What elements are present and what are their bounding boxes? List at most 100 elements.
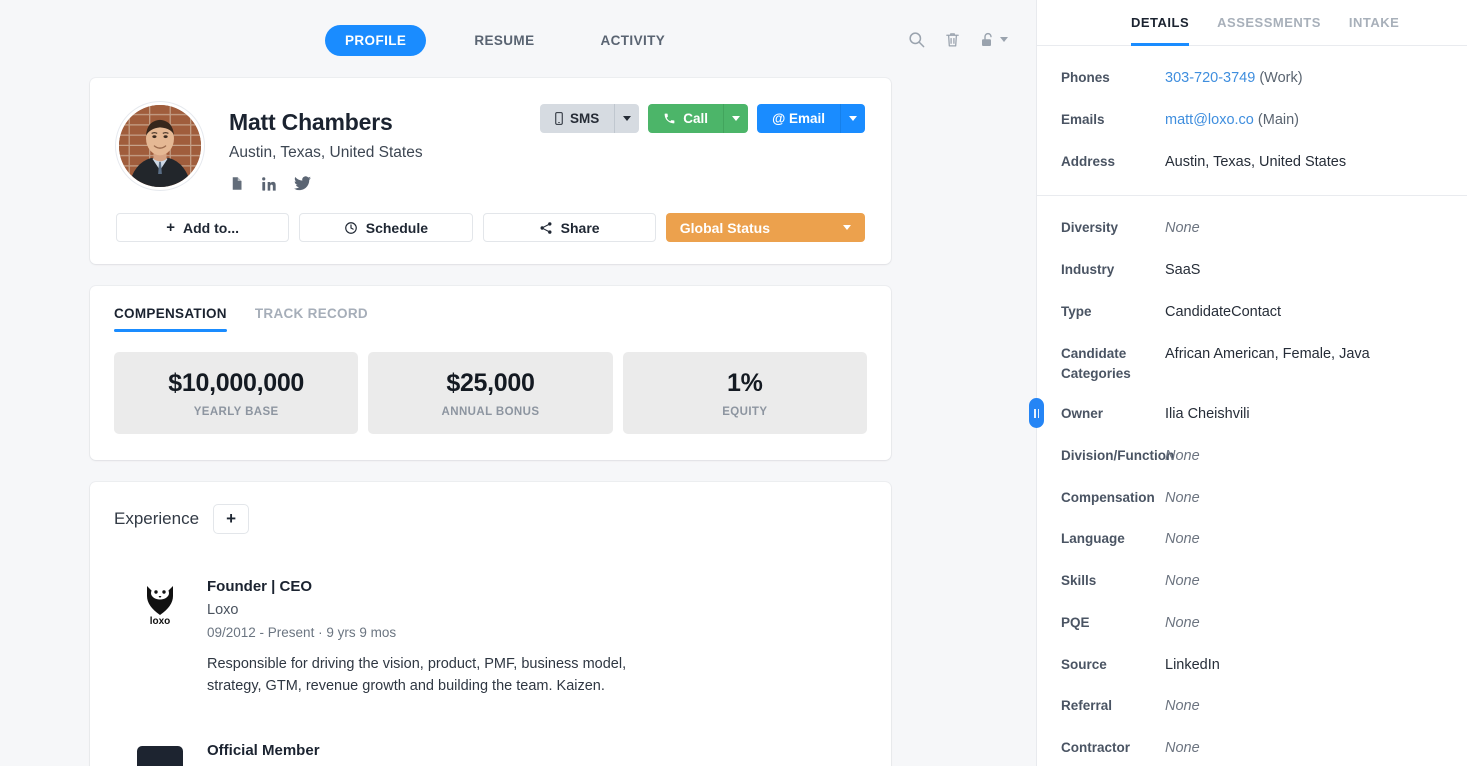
- detail-value[interactable]: African American, Female, Java: [1165, 344, 1443, 366]
- sms-label: SMS: [570, 111, 600, 126]
- sms-dropdown-toggle[interactable]: [614, 104, 640, 133]
- detail-key: Owner: [1061, 406, 1104, 421]
- share-label: Share: [560, 219, 600, 236]
- loxo-logo-mark: loxo: [147, 586, 173, 626]
- detail-value[interactable]: None: [1165, 488, 1443, 510]
- tab-resume[interactable]: RESUME: [454, 25, 554, 56]
- panel-collapse-handle[interactable]: [1029, 398, 1044, 428]
- svg-text:loxo: loxo: [150, 616, 171, 626]
- global-status-label: Global Status: [679, 219, 770, 236]
- phone-link[interactable]: 303-720-3749: [1165, 70, 1255, 86]
- stat-value: 1%: [727, 369, 763, 397]
- email-button-group[interactable]: @ Email: [757, 104, 865, 133]
- detail-value: 303-720-3749 (Work): [1165, 68, 1443, 90]
- detail-row: Skills None: [1061, 571, 1443, 593]
- chevron-down-icon: [623, 116, 632, 121]
- tab-intake[interactable]: INTAKE: [1349, 0, 1399, 46]
- detail-value[interactable]: Ilia Cheishvili: [1165, 404, 1443, 426]
- tab-assessments[interactable]: ASSESSMENTS: [1217, 0, 1321, 46]
- tab-activity[interactable]: ACTIVITY: [580, 25, 685, 56]
- details-panel-tabs: DETAILS ASSESSMENTS INTAKE: [1037, 0, 1467, 46]
- sms-button-group[interactable]: SMS: [540, 104, 640, 133]
- experience-card: Experience + loxo Founder | CEO Loxo 09/…: [90, 482, 891, 766]
- search-icon[interactable]: [907, 30, 926, 49]
- twitter-icon[interactable]: [294, 176, 311, 191]
- detail-value[interactable]: SaaS: [1165, 260, 1443, 282]
- detail-key: Contractor: [1061, 740, 1131, 755]
- experience-description: Responsible for driving the vision, prod…: [207, 656, 627, 695]
- compensation-tabs: COMPENSATION TRACK RECORD: [114, 306, 867, 332]
- chevron-down-icon: [732, 116, 741, 121]
- sms-button[interactable]: SMS: [540, 104, 615, 133]
- resume-doc-icon[interactable]: [229, 175, 244, 192]
- detail-row: Referral None: [1061, 696, 1443, 718]
- profile-secondary-buttons: + Add to... Schedule Share Global Status: [116, 213, 865, 242]
- detail-row: PQE None: [1061, 613, 1443, 635]
- detail-value[interactable]: LinkedIn: [1165, 655, 1443, 677]
- detail-row: Address Austin, Texas, United States: [1061, 152, 1443, 174]
- email-button[interactable]: @ Email: [757, 104, 840, 133]
- email-link[interactable]: matt@loxo.co: [1165, 112, 1254, 128]
- linkedin-icon[interactable]: [261, 176, 277, 192]
- experience-role: Official Member: [207, 741, 320, 759]
- detail-key: Source: [1061, 656, 1107, 672]
- global-status-button[interactable]: Global Status: [665, 213, 865, 242]
- detail-value[interactable]: None: [1165, 218, 1443, 240]
- add-experience-button[interactable]: +: [213, 504, 250, 534]
- detail-key: Language: [1061, 531, 1125, 547]
- call-button-group[interactable]: Call: [648, 104, 749, 133]
- chevron-down-icon: [1000, 37, 1008, 42]
- chevron-down-icon: [843, 225, 851, 230]
- detail-value[interactable]: None: [1165, 613, 1443, 635]
- profile-card: Matt Chambers Austin, Texas, United Stat…: [90, 78, 891, 264]
- share-icon: [540, 221, 552, 234]
- email-dropdown-toggle[interactable]: [840, 104, 865, 133]
- app-root: PROFILE RESUME ACTIVITY Matt Chambers Au…: [0, 0, 1467, 766]
- tab-compensation[interactable]: COMPENSATION: [114, 306, 227, 332]
- grip-line: [1037, 408, 1039, 418]
- detail-key: Division/Function: [1061, 447, 1175, 463]
- mobile-icon: [555, 112, 563, 125]
- experience-details: Founder | CEO Loxo 09/2012 - Present · 9…: [207, 578, 627, 698]
- attributes-section: Diversity None Industry SaaS Type Candid…: [1037, 196, 1467, 766]
- top-action-icons: [907, 30, 1008, 49]
- experience-details: Official Member: [207, 742, 320, 766]
- call-button[interactable]: Call: [648, 104, 724, 133]
- detail-key: Emails: [1061, 111, 1105, 127]
- share-button[interactable]: Share: [482, 213, 656, 242]
- detail-row: Compensation None: [1061, 488, 1443, 510]
- stat-yearly-base: $10,000,000 YEARLY BASE: [114, 352, 359, 434]
- profile-identity: Matt Chambers Austin, Texas, United Stat…: [229, 102, 423, 192]
- add-to-button[interactable]: + Add to...: [116, 213, 290, 242]
- detail-value[interactable]: None: [1165, 571, 1443, 593]
- detail-value[interactable]: None: [1165, 696, 1443, 718]
- main-content: PROFILE RESUME ACTIVITY Matt Chambers Au…: [0, 0, 1036, 766]
- unlock-icon[interactable]: [979, 31, 1008, 49]
- call-label: Call: [683, 111, 709, 126]
- detail-value[interactable]: None: [1165, 738, 1443, 760]
- detail-row: Candidate Categories African American, F…: [1061, 344, 1443, 385]
- tab-details[interactable]: DETAILS: [1131, 0, 1190, 46]
- detail-key: Compensation: [1061, 489, 1155, 505]
- detail-row: Emails matt@loxo.co (Main): [1061, 110, 1443, 132]
- profile-location: Austin, Texas, United States: [229, 144, 423, 161]
- experience-item: Official Member: [114, 742, 867, 766]
- detail-row: Owner Ilia Cheishvili: [1061, 404, 1443, 426]
- detail-value[interactable]: None: [1165, 446, 1443, 468]
- call-dropdown-toggle[interactable]: [723, 104, 749, 133]
- compensation-card: COMPENSATION TRACK RECORD $10,000,000 YE…: [90, 286, 891, 460]
- tab-track-record[interactable]: TRACK RECORD: [255, 306, 368, 332]
- detail-row: Source LinkedIn: [1061, 655, 1443, 677]
- detail-row: Division/Function None: [1061, 446, 1443, 468]
- detail-value[interactable]: CandidateContact: [1165, 302, 1443, 324]
- detail-row: Diversity None: [1061, 218, 1443, 240]
- detail-key: Phones: [1061, 70, 1110, 85]
- profile-social-links: [229, 175, 423, 192]
- tab-profile[interactable]: PROFILE: [325, 25, 427, 56]
- schedule-button[interactable]: Schedule: [299, 213, 473, 242]
- detail-value[interactable]: None: [1165, 529, 1443, 551]
- stat-label: ANNUAL BONUS: [441, 406, 540, 418]
- trash-icon[interactable]: [944, 30, 961, 49]
- avatar: [116, 102, 204, 190]
- stat-equity: 1% EQUITY: [622, 352, 867, 434]
